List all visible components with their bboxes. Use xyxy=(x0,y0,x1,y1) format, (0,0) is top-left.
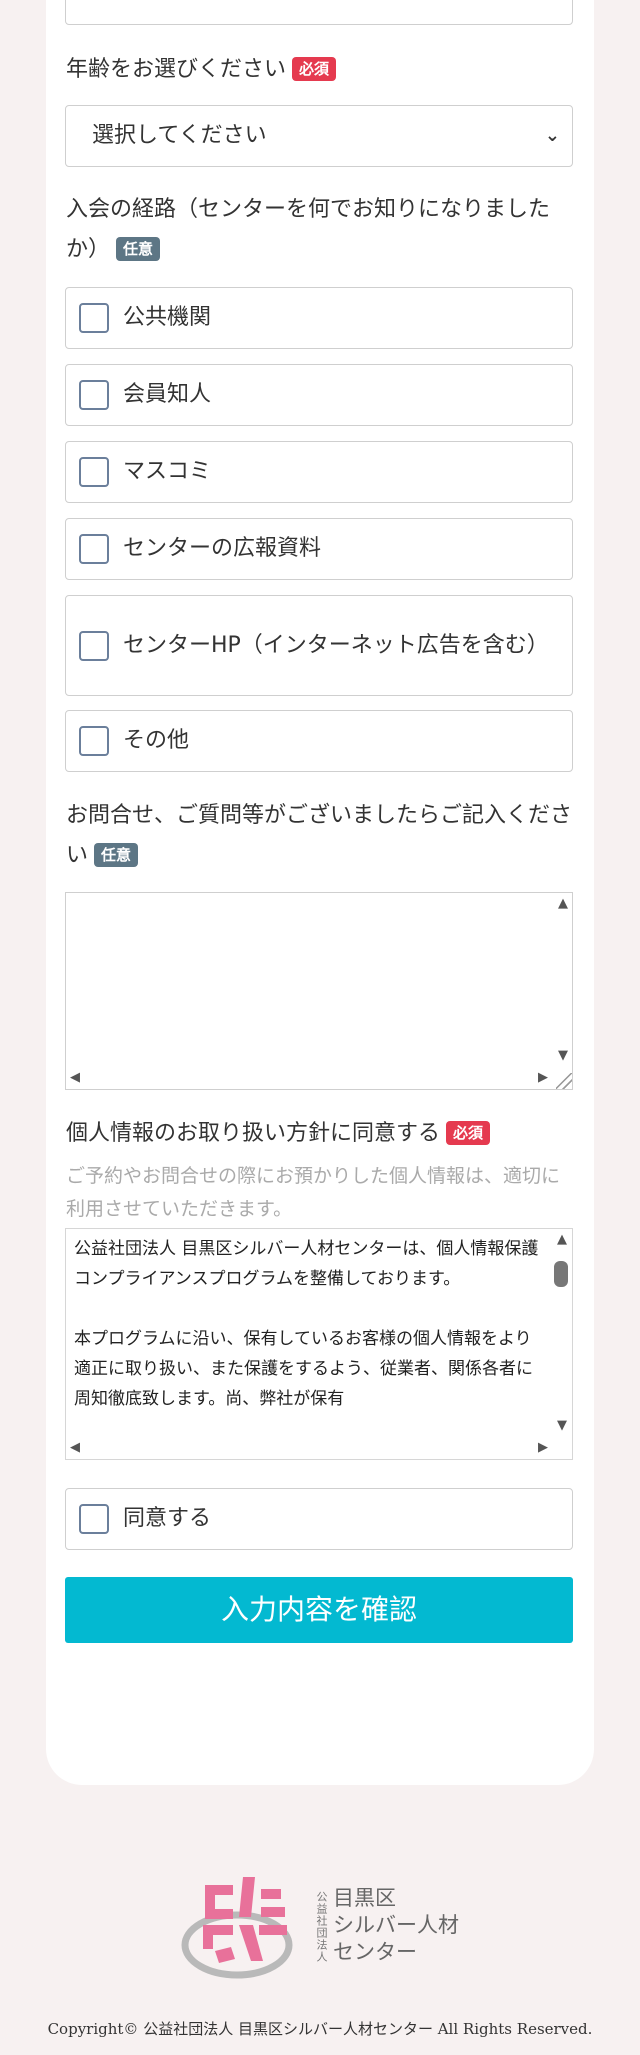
inquiry-textarea[interactable]: ▲ ▼ ◀ ▶ xyxy=(65,892,573,1090)
footer-logo: 公益社団法人 目黒区 シルバー人材 センター xyxy=(175,1855,475,1985)
inquiry-label: お問合せ、ご質問等がございましたらご記入ください 任意 xyxy=(66,796,576,876)
age-select-value: 選択してください xyxy=(92,123,267,148)
checkbox[interactable] xyxy=(79,630,109,661)
scroll-left-icon[interactable]: ◀ xyxy=(70,1071,80,1085)
checkbox[interactable] xyxy=(79,534,109,564)
silver-center-logo-icon xyxy=(181,1877,293,1979)
route-option-media[interactable]: マスコミ xyxy=(65,441,573,503)
scroll-left-icon[interactable]: ◀ xyxy=(70,1441,80,1455)
optional-badge: 任意 xyxy=(94,843,139,867)
route-label: 入会の経路（センターを何でお知りになりましたか） 任意 xyxy=(66,190,576,270)
route-option-label: センターの広報資料 xyxy=(123,536,322,561)
scrollbar-thumb[interactable] xyxy=(554,1261,568,1287)
scroll-up-icon[interactable]: ▲ xyxy=(557,1233,567,1247)
inquiry-label-text: お問合せ、ご質問等がございましたらご記入ください xyxy=(66,803,573,868)
privacy-label: 個人情報のお取り扱い方針に同意する 必須 xyxy=(66,1114,576,1154)
age-select[interactable]: 選択してください ⌄ xyxy=(65,105,573,167)
checkbox[interactable] xyxy=(79,1504,109,1534)
route-option-member-acquaintance[interactable]: 会員知人 xyxy=(65,364,573,426)
checkbox[interactable] xyxy=(79,726,109,756)
route-option-label: その他 xyxy=(123,728,190,753)
privacy-agree-label: 同意する xyxy=(123,1506,212,1531)
route-option-label: マスコミ xyxy=(123,459,212,484)
resize-handle[interactable] xyxy=(556,1073,572,1089)
checkbox[interactable] xyxy=(79,380,109,410)
route-option-label: センターHP（インターネット広告を含む） xyxy=(123,632,549,658)
privacy-policy-text[interactable]: 公益社団法人 目黒区シルバー人材センターは、個人情報保護コンプライアンスプログラ… xyxy=(65,1228,573,1460)
scroll-up-icon[interactable]: ▲ xyxy=(558,897,568,911)
org-name-line: センター xyxy=(333,1940,417,1964)
policy-paragraph: 本プログラムに沿い、保有しているお客様の個人情報をより適正に取り扱い、また保護を… xyxy=(74,1329,533,1409)
age-label: 年齢をお選びください 必須 xyxy=(66,50,576,90)
scroll-right-icon[interactable]: ▶ xyxy=(538,1071,548,1085)
privacy-agree-checkbox-row[interactable]: 同意する xyxy=(65,1488,573,1550)
org-name: 目黒区 シルバー人材 センター xyxy=(333,1885,459,1966)
confirm-submit-button[interactable]: 入力内容を確認 xyxy=(65,1577,573,1643)
checkbox[interactable] xyxy=(79,457,109,487)
previous-text-input[interactable] xyxy=(65,0,573,25)
required-badge: 必須 xyxy=(292,57,337,81)
optional-badge: 任意 xyxy=(116,237,161,261)
chevron-down-icon: ⌄ xyxy=(544,125,560,146)
scroll-right-icon[interactable]: ▶ xyxy=(538,1441,548,1455)
route-option-public-agency[interactable]: 公共機関 xyxy=(65,287,573,349)
route-option-other[interactable]: その他 xyxy=(65,710,573,772)
privacy-note: ご予約やお問合せの際にお預かりした個人情報は、適切に利用させていただきます。 xyxy=(66,1165,561,1220)
org-name-line: シルバー人材 xyxy=(333,1913,459,1937)
org-type-text: 公益社団法人 xyxy=(315,1891,328,1963)
copyright-text: Copyright© 公益社団法人 目黒区シルバー人材センター All Righ… xyxy=(47,2020,593,2038)
age-label-text: 年齢をお選びください xyxy=(66,57,287,82)
checkbox[interactable] xyxy=(79,303,109,333)
route-option-label: 会員知人 xyxy=(123,382,212,407)
route-option-center-website[interactable]: センターHP（インターネット広告を含む） xyxy=(65,595,573,696)
org-name-line: 目黒区 xyxy=(333,1886,396,1910)
required-badge: 必須 xyxy=(446,1121,491,1145)
privacy-label-text: 個人情報のお取り扱い方針に同意する xyxy=(66,1121,441,1146)
scroll-down-icon[interactable]: ▼ xyxy=(558,1049,568,1063)
route-option-center-pr-material[interactable]: センターの広報資料 xyxy=(65,518,573,580)
policy-paragraph: 公益社団法人 目黒区シルバー人材センターは、個人情報保護コンプライアンスプログラ… xyxy=(74,1239,539,1289)
scroll-down-icon[interactable]: ▼ xyxy=(557,1419,567,1433)
route-option-label: 公共機関 xyxy=(123,305,212,330)
